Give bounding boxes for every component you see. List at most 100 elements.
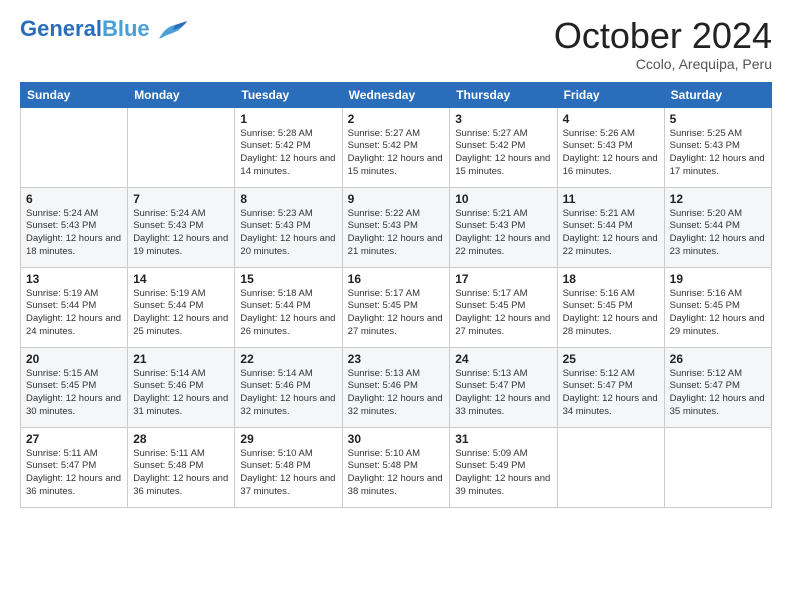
day-info: Sunrise: 5:19 AMSunset: 5:44 PMDaylight:… bbox=[133, 288, 229, 339]
day-info: Sunrise: 5:12 AMSunset: 5:47 PMDaylight:… bbox=[670, 368, 766, 419]
calendar-cell: 18Sunrise: 5:16 AMSunset: 5:45 PMDayligh… bbox=[557, 267, 664, 347]
day-number: 20 bbox=[26, 352, 122, 366]
calendar-cell: 17 Sunrise: 5:17 AMSunset: 5:45 PMDayligh… bbox=[450, 267, 557, 347]
calendar-cell: 9 Sunrise: 5:22 AMSunset: 5:43 PMDaylight… bbox=[342, 187, 450, 267]
day-info: Sunrise: 5:27 AMSunset: 5:42 PMDaylight:… bbox=[455, 128, 551, 179]
day-number: 19 bbox=[670, 272, 766, 286]
calendar-week-row: 20Sunrise: 5:15 AMSunset: 5:45 PMDayligh… bbox=[21, 347, 772, 427]
calendar-cell: 19 Sunrise: 5:16 AMSunset: 5:45 PMDayligh… bbox=[664, 267, 771, 347]
day-number: 27 bbox=[26, 432, 122, 446]
day-number: 31 bbox=[455, 432, 551, 446]
day-info: Sunrise: 5:23 AMSunset: 5:43 PMDaylight:… bbox=[240, 208, 336, 259]
day-number: 9 bbox=[348, 192, 445, 206]
page: GeneralBlue October 2024 Ccolo, Arequipa… bbox=[0, 0, 792, 612]
calendar-cell: 11Sunrise: 5:21 AMSunset: 5:44 PMDayligh… bbox=[557, 187, 664, 267]
day-info: Sunrise: 5:09 AMSunset: 5:49 PMDaylight:… bbox=[455, 448, 551, 499]
calendar-cell bbox=[21, 107, 128, 187]
day-info: Sunrise: 5:28 AMSunset: 5:42 PMDaylight:… bbox=[240, 128, 336, 179]
day-info: Sunrise: 5:17 AMSunset: 5:45 PMDaylight:… bbox=[455, 288, 551, 339]
day-info: Sunrise: 5:21 AMSunset: 5:43 PMDaylight:… bbox=[455, 208, 551, 259]
day-number: 5 bbox=[670, 112, 766, 126]
day-info: Sunrise: 5:25 AMSunset: 5:43 PMDaylight:… bbox=[670, 128, 766, 179]
day-number: 8 bbox=[240, 192, 336, 206]
calendar-header-row: Sunday Monday Tuesday Wednesday Thursday… bbox=[21, 82, 772, 107]
page-title: October 2024 bbox=[554, 16, 772, 56]
calendar-cell: 2 Sunrise: 5:27 AMSunset: 5:42 PMDaylight… bbox=[342, 107, 450, 187]
calendar-week-row: 6 Sunrise: 5:24 AMSunset: 5:43 PMDaylight… bbox=[21, 187, 772, 267]
day-number: 2 bbox=[348, 112, 445, 126]
calendar-cell: 23Sunrise: 5:13 AMSunset: 5:46 PMDayligh… bbox=[342, 347, 450, 427]
day-info: Sunrise: 5:14 AMSunset: 5:46 PMDaylight:… bbox=[133, 368, 229, 419]
calendar-cell: 21 Sunrise: 5:14 AMSunset: 5:46 PMDayligh… bbox=[128, 347, 235, 427]
day-info: Sunrise: 5:20 AMSunset: 5:44 PMDaylight:… bbox=[670, 208, 766, 259]
calendar-cell: 25 Sunrise: 5:12 AMSunset: 5:47 PMDayligh… bbox=[557, 347, 664, 427]
calendar-cell bbox=[664, 427, 771, 507]
col-tuesday: Tuesday bbox=[235, 82, 342, 107]
calendar-cell: 12 Sunrise: 5:20 AMSunset: 5:44 PMDayligh… bbox=[664, 187, 771, 267]
calendar-cell: 1 Sunrise: 5:28 AMSunset: 5:42 PMDaylight… bbox=[235, 107, 342, 187]
page-subtitle: Ccolo, Arequipa, Peru bbox=[554, 56, 772, 72]
day-number: 14 bbox=[133, 272, 229, 286]
calendar-cell: 28Sunrise: 5:11 AMSunset: 5:48 PMDayligh… bbox=[128, 427, 235, 507]
calendar-cell: 22 Sunrise: 5:14 AMSunset: 5:46 PMDayligh… bbox=[235, 347, 342, 427]
calendar-cell: 5 Sunrise: 5:25 AMSunset: 5:43 PMDaylight… bbox=[664, 107, 771, 187]
day-number: 29 bbox=[240, 432, 336, 446]
day-info: Sunrise: 5:10 AMSunset: 5:48 PMDaylight:… bbox=[240, 448, 336, 499]
day-number: 21 bbox=[133, 352, 229, 366]
day-info: Sunrise: 5:26 AMSunset: 5:43 PMDaylight:… bbox=[563, 128, 659, 179]
logo: GeneralBlue bbox=[20, 16, 187, 43]
calendar-cell: 30Sunrise: 5:10 AMSunset: 5:48 PMDayligh… bbox=[342, 427, 450, 507]
day-number: 22 bbox=[240, 352, 336, 366]
day-number: 12 bbox=[670, 192, 766, 206]
day-info: Sunrise: 5:21 AMSunset: 5:44 PMDaylight:… bbox=[563, 208, 659, 259]
calendar-cell bbox=[557, 427, 664, 507]
logo-blue-text: Blue bbox=[102, 16, 150, 41]
calendar-cell: 24 Sunrise: 5:13 AMSunset: 5:47 PMDayligh… bbox=[450, 347, 557, 427]
calendar-week-row: 1 Sunrise: 5:28 AMSunset: 5:42 PMDaylight… bbox=[21, 107, 772, 187]
day-number: 26 bbox=[670, 352, 766, 366]
logo-bird-icon bbox=[157, 21, 187, 43]
day-info: Sunrise: 5:14 AMSunset: 5:46 PMDaylight:… bbox=[240, 368, 336, 419]
day-number: 18 bbox=[563, 272, 659, 286]
calendar-cell: 7Sunrise: 5:24 AMSunset: 5:43 PMDaylight… bbox=[128, 187, 235, 267]
day-number: 15 bbox=[240, 272, 336, 286]
calendar-cell: 26 Sunrise: 5:12 AMSunset: 5:47 PMDayligh… bbox=[664, 347, 771, 427]
day-info: Sunrise: 5:22 AMSunset: 5:43 PMDaylight:… bbox=[348, 208, 445, 259]
calendar-cell: 10Sunrise: 5:21 AMSunset: 5:43 PMDayligh… bbox=[450, 187, 557, 267]
day-number: 3 bbox=[455, 112, 551, 126]
calendar-cell: 13Sunrise: 5:19 AMSunset: 5:44 PMDayligh… bbox=[21, 267, 128, 347]
day-info: Sunrise: 5:27 AMSunset: 5:42 PMDaylight:… bbox=[348, 128, 445, 179]
day-info: Sunrise: 5:18 AMSunset: 5:44 PMDaylight:… bbox=[240, 288, 336, 339]
day-info: Sunrise: 5:13 AMSunset: 5:47 PMDaylight:… bbox=[455, 368, 551, 419]
day-info: Sunrise: 5:17 AMSunset: 5:45 PMDaylight:… bbox=[348, 288, 445, 339]
title-block: October 2024 Ccolo, Arequipa, Peru bbox=[554, 16, 772, 72]
calendar-table: Sunday Monday Tuesday Wednesday Thursday… bbox=[20, 82, 772, 508]
day-info: Sunrise: 5:24 AMSunset: 5:43 PMDaylight:… bbox=[26, 208, 122, 259]
col-thursday: Thursday bbox=[450, 82, 557, 107]
day-number: 24 bbox=[455, 352, 551, 366]
day-info: Sunrise: 5:19 AMSunset: 5:44 PMDaylight:… bbox=[26, 288, 122, 339]
day-info: Sunrise: 5:12 AMSunset: 5:47 PMDaylight:… bbox=[563, 368, 659, 419]
col-friday: Friday bbox=[557, 82, 664, 107]
day-info: Sunrise: 5:16 AMSunset: 5:45 PMDaylight:… bbox=[670, 288, 766, 339]
day-number: 1 bbox=[240, 112, 336, 126]
calendar-cell: 27 Sunrise: 5:11 AMSunset: 5:47 PMDayligh… bbox=[21, 427, 128, 507]
day-number: 6 bbox=[26, 192, 122, 206]
calendar-cell: 3 Sunrise: 5:27 AMSunset: 5:42 PMDaylight… bbox=[450, 107, 557, 187]
col-monday: Monday bbox=[128, 82, 235, 107]
calendar-cell: 14 Sunrise: 5:19 AMSunset: 5:44 PMDayligh… bbox=[128, 267, 235, 347]
day-info: Sunrise: 5:11 AMSunset: 5:48 PMDaylight:… bbox=[133, 448, 229, 499]
day-number: 25 bbox=[563, 352, 659, 366]
calendar-week-row: 13Sunrise: 5:19 AMSunset: 5:44 PMDayligh… bbox=[21, 267, 772, 347]
day-number: 23 bbox=[348, 352, 445, 366]
calendar-cell: 4 Sunrise: 5:26 AMSunset: 5:43 PMDaylight… bbox=[557, 107, 664, 187]
calendar-cell: 20Sunrise: 5:15 AMSunset: 5:45 PMDayligh… bbox=[21, 347, 128, 427]
day-number: 30 bbox=[348, 432, 445, 446]
header: GeneralBlue October 2024 Ccolo, Arequipa… bbox=[20, 16, 772, 72]
day-number: 7 bbox=[133, 192, 229, 206]
day-number: 17 bbox=[455, 272, 551, 286]
day-info: Sunrise: 5:11 AMSunset: 5:47 PMDaylight:… bbox=[26, 448, 122, 499]
calendar-week-row: 27 Sunrise: 5:11 AMSunset: 5:47 PMDayligh… bbox=[21, 427, 772, 507]
calendar-cell: 16Sunrise: 5:17 AMSunset: 5:45 PMDayligh… bbox=[342, 267, 450, 347]
day-number: 4 bbox=[563, 112, 659, 126]
